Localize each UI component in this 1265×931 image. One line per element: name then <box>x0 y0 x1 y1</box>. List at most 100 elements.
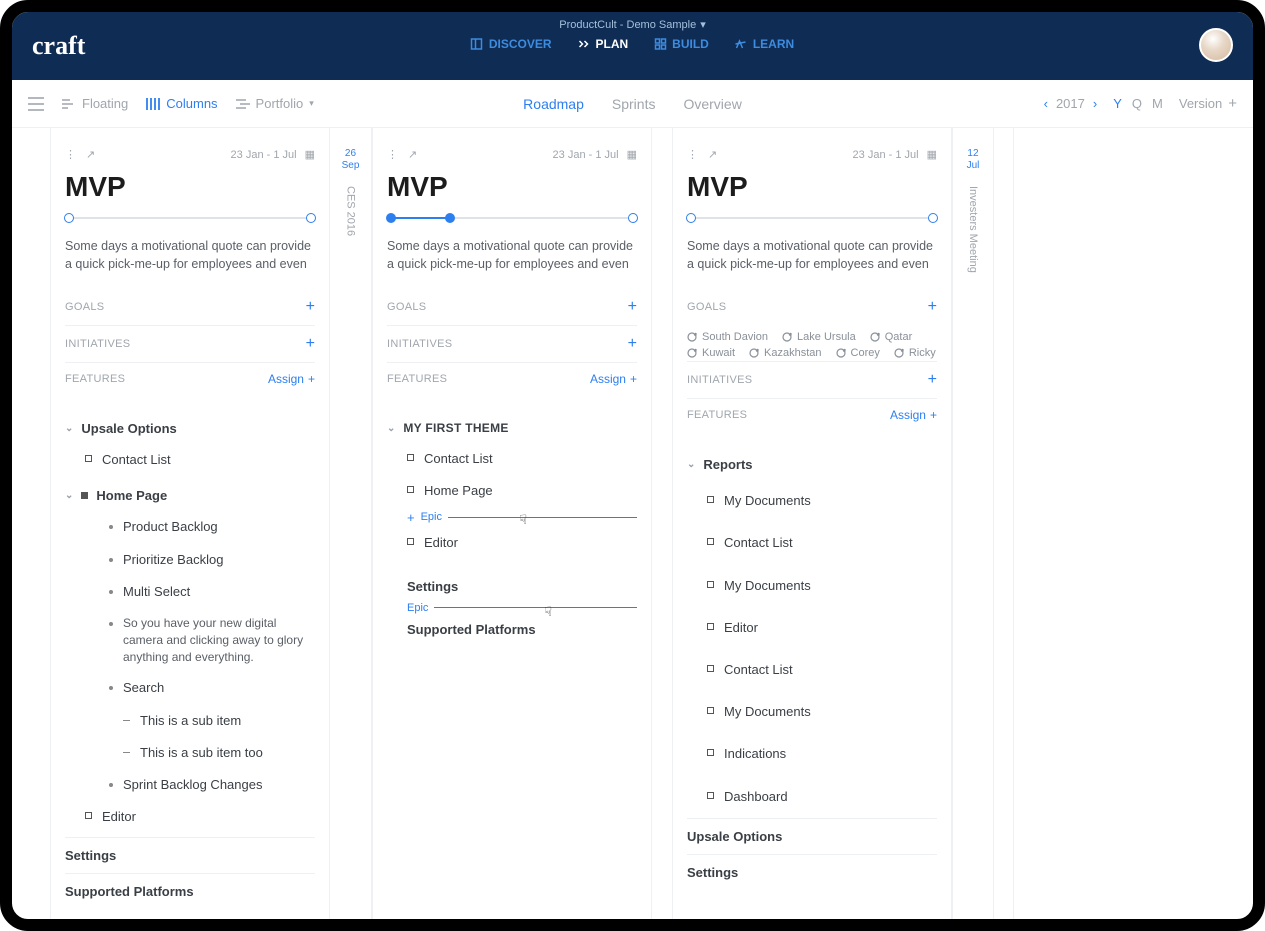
group-upsale-options[interactable]: ⌄ Upsale Options <box>65 413 315 444</box>
tree-item[interactable]: So you have your new digital camera and … <box>65 608 315 672</box>
plus-icon[interactable]: + <box>628 298 637 316</box>
top-header: craft ProductCult - Demo Sample ▾ DISCOV… <box>12 12 1253 80</box>
chevron-down-icon: ⌄ <box>687 459 695 470</box>
group-my-first-theme[interactable]: ⌄ MY FIRST THEME <box>387 413 637 443</box>
nav-discover[interactable]: DISCOVER <box>471 37 552 51</box>
group-reports[interactable]: ⌄ Reports <box>687 449 937 480</box>
section-features[interactable]: FEATURES Assign+ <box>387 363 637 395</box>
zoom-quarter[interactable]: Q <box>1132 96 1142 111</box>
goal-chip[interactable]: Qatar <box>870 331 913 343</box>
tree-item[interactable]: Product Backlog <box>65 511 315 543</box>
add-epic[interactable]: + Epic ☟ <box>387 508 637 527</box>
calendar-icon[interactable]: ▦ <box>305 148 315 161</box>
tree-item[interactable]: Contact List <box>687 649 937 691</box>
user-avatar[interactable] <box>1199 28 1233 62</box>
tree-item[interactable]: Contact List <box>65 444 315 476</box>
tree-item[interactable]: Dashboard <box>687 776 937 818</box>
group-settings[interactable]: Settings <box>65 837 315 873</box>
goal-chip[interactable]: South Davion <box>687 331 768 343</box>
progress-slider[interactable] <box>387 213 637 223</box>
section-initiatives[interactable]: INITIATIVES + <box>387 326 637 363</box>
tab-roadmap[interactable]: Roadmap <box>523 96 584 112</box>
group-upsale-options[interactable]: Upsale Options <box>687 818 937 854</box>
tree-subitem[interactable]: This is a sub item too <box>65 737 315 769</box>
assign-button[interactable]: Assign+ <box>590 372 637 386</box>
tree-item[interactable]: Home Page <box>387 475 637 507</box>
calendar-icon[interactable]: ▦ <box>627 148 637 161</box>
tree-item[interactable]: Contact List <box>387 443 637 475</box>
goal-chip[interactable]: Ricky <box>894 347 936 359</box>
calendar-icon[interactable]: ▦ <box>927 148 937 161</box>
column-menu-icon[interactable]: ⋮ <box>65 148 76 161</box>
portfolio-icon <box>236 98 250 110</box>
section-features[interactable]: FEATURES Assign+ <box>687 399 937 431</box>
add-epic[interactable]: Epic ☟ <box>387 600 637 616</box>
goal-chip[interactable]: Kuwait <box>687 347 735 359</box>
progress-slider[interactable] <box>65 213 315 223</box>
nav-build[interactable]: BUILD <box>654 37 709 51</box>
section-initiatives[interactable]: INITIATIVES + <box>687 361 937 399</box>
section-goals[interactable]: GOALS + <box>387 289 637 326</box>
plus-icon[interactable]: + <box>306 298 315 316</box>
section-goals[interactable]: GOALS + <box>687 289 937 325</box>
tab-overview[interactable]: Overview <box>683 96 741 112</box>
goal-chip[interactable]: Kazakhstan <box>749 347 821 359</box>
tree-item[interactable]: Editor <box>387 527 637 559</box>
tab-sprints[interactable]: Sprints <box>612 96 656 112</box>
column-menu-icon[interactable]: ⋮ <box>387 148 398 161</box>
plus-icon[interactable]: + <box>928 298 937 316</box>
tree-item[interactable]: Indications <box>687 733 937 775</box>
group-home-page[interactable]: ⌄ Home Page <box>65 480 315 511</box>
section-initiatives[interactable]: INITIATIVES + <box>65 326 315 363</box>
milestone-strip[interactable]: 12 Jul Investers Meeting <box>952 128 994 919</box>
goal-chip[interactable]: Lake Ursula <box>782 331 856 343</box>
assign-button[interactable]: Assign+ <box>890 408 937 422</box>
zoom-month[interactable]: M <box>1152 96 1163 111</box>
tree-subitem[interactable]: This is a sub item <box>65 705 315 737</box>
milestone-strip[interactable]: 26 Sep CES 2016 <box>330 128 372 919</box>
version-selector[interactable]: Version + <box>1179 95 1237 112</box>
group-supported-platforms[interactable]: Supported Platforms <box>387 616 637 643</box>
tree-item[interactable]: Prioritize Backlog <box>65 544 315 576</box>
share-icon[interactable]: ↗ <box>708 148 717 161</box>
tree-item[interactable]: My Documents <box>687 480 937 522</box>
plus-icon[interactable]: + <box>306 335 315 353</box>
tree-item[interactable]: My Documents <box>687 565 937 607</box>
nav-plan[interactable]: PLAN <box>578 37 629 51</box>
tree-item[interactable]: Editor <box>65 801 315 833</box>
assign-button[interactable]: Assign+ <box>268 372 315 386</box>
tree-item[interactable]: Editor <box>687 607 937 649</box>
view-portfolio[interactable]: Portfolio ▾ <box>236 96 314 111</box>
share-icon[interactable]: ↗ <box>408 148 417 161</box>
view-floating[interactable]: Floating <box>62 96 128 111</box>
nav-learn[interactable]: LEARN <box>735 37 794 51</box>
column-description: Some days a motivational quote can provi… <box>387 237 637 273</box>
workspace-selector[interactable]: ProductCult - Demo Sample ▾ <box>12 12 1253 37</box>
share-icon[interactable]: ↗ <box>86 148 95 161</box>
zoom-year[interactable]: Y <box>1113 96 1122 111</box>
goal-chip[interactable]: Corey <box>836 347 880 359</box>
plus-icon[interactable]: + <box>628 335 637 353</box>
column-2: ⋮ ↗ 23 Jan - 1 Jul ▦ MVP Some days a mot… <box>372 128 652 919</box>
group-settings[interactable]: Settings <box>687 854 937 890</box>
year-prev-icon[interactable]: ‹ <box>1044 96 1048 111</box>
chevron-down-icon: ⌄ <box>387 423 395 434</box>
year-next-icon[interactable]: › <box>1093 96 1097 111</box>
view-columns[interactable]: Columns <box>146 96 217 111</box>
tree-item[interactable]: My Documents <box>687 691 937 733</box>
section-goals[interactable]: GOALS + <box>65 289 315 326</box>
discover-icon <box>471 38 483 50</box>
date-range: 23 Jan - 1 Jul <box>553 149 619 161</box>
menu-icon[interactable] <box>28 97 44 111</box>
tree-item[interactable]: Multi Select <box>65 576 315 608</box>
tree-item[interactable]: Search <box>65 672 315 704</box>
group-settings[interactable]: Settings <box>387 573 637 600</box>
tree-item[interactable]: Sprint Backlog Changes <box>65 769 315 801</box>
plus-icon[interactable]: + <box>928 371 937 389</box>
group-supported-platforms[interactable]: Supported Platforms <box>65 873 315 909</box>
column-menu-icon[interactable]: ⋮ <box>687 148 698 161</box>
tree-item[interactable]: Contact List <box>687 522 937 564</box>
progress-slider[interactable] <box>687 213 937 223</box>
milestone-label: CES 2016 <box>345 186 357 236</box>
section-features[interactable]: FEATURES Assign+ <box>65 363 315 395</box>
